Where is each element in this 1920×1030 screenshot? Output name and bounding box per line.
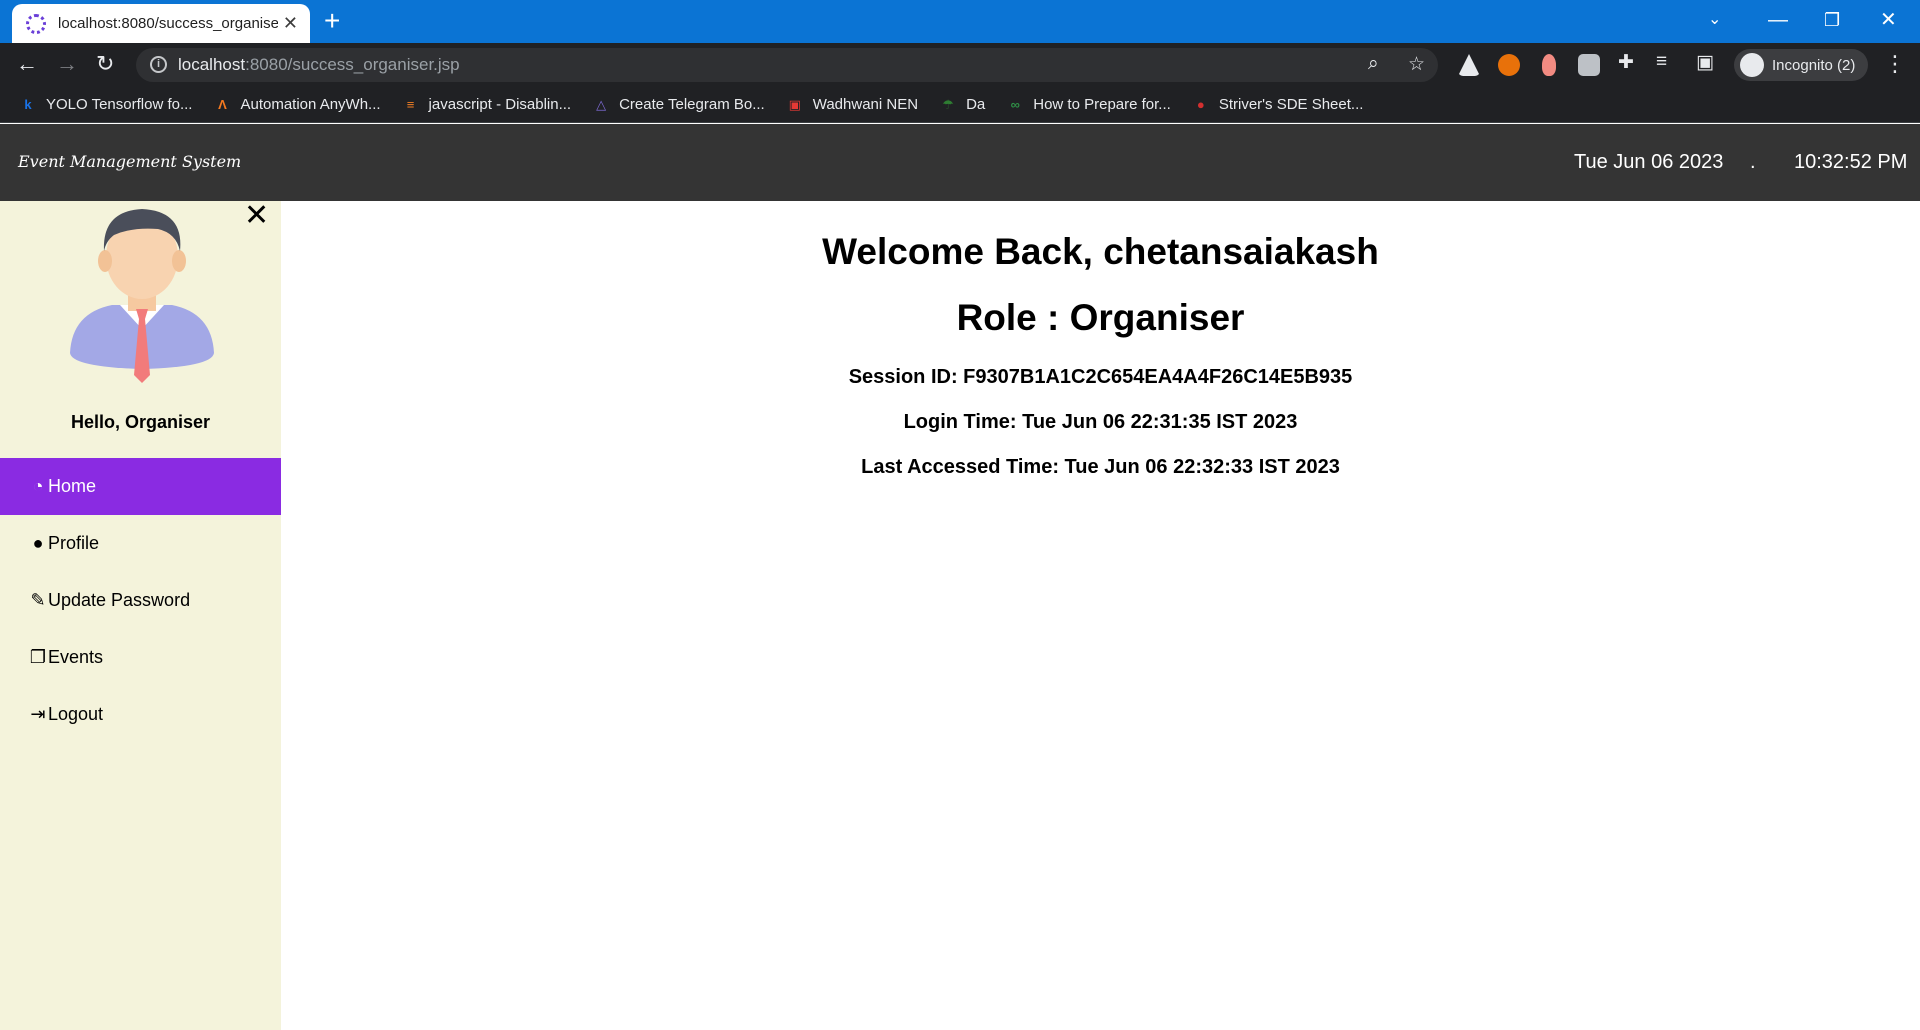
sidebar-item-label: Events (48, 647, 104, 667)
address-bar[interactable]: i localhost:8080/success_organiser.jsp ⌕… (136, 48, 1438, 82)
bookmark-label: Wadhwani NEN (812, 96, 919, 113)
incognito-icon (1740, 53, 1764, 77)
main-content: Welcome Back, chetansaiakash Role : Orga… (281, 201, 1920, 1030)
avatar (70, 209, 214, 383)
address-url[interactable]: localhost:8080/success_organiser.jsp (178, 55, 460, 75)
last-accessed-time: Last Accessed Time: Tue Jun 06 22:32:33 … (861, 456, 1340, 478)
stackoverflow-icon: ≡ (406, 96, 415, 112)
sidebar-greeting: Hello, Organiser (70, 412, 211, 432)
sidebar-item-logout[interactable]: ⇥ Logout (0, 686, 281, 743)
incognito-button[interactable]: Incognito (2) (1734, 49, 1868, 81)
tab-title: localhost:8080/success_organiser.jsp (58, 15, 278, 32)
sidebar: ✕ Hello, Organiser ◔ Home ● Profile ✎ Update … (0, 201, 281, 1030)
url-path: :8080/success_organiser.jsp (245, 55, 460, 74)
new-tab-button[interactable]: + (324, 6, 340, 36)
bookmark-item[interactable]: ▣ Wadhwani NEN (787, 96, 918, 113)
clone-icon: ❐ (29, 647, 47, 667)
site-info-icon[interactable]: i (150, 56, 167, 73)
bookmark-star-icon[interactable]: ☆ (1408, 53, 1425, 76)
sidebar-item-home[interactable]: ◔ Home (0, 458, 281, 515)
edit-icon: ✎ (30, 590, 46, 610)
bookmark-item[interactable]: Λ Automation AnyWh... (214, 96, 380, 113)
login-time: Login Time: Tue Jun 06 22:31:35 IST 2023 (903, 411, 1298, 433)
header-separator: . (1750, 151, 1756, 173)
sidebar-menu: ◔ Home ● Profile ✎ Update Password ❐ Events ⇥ Log… (0, 458, 281, 743)
sidebar-item-label: Logout (48, 704, 104, 724)
bookmark-label: Striver's SDE Sheet... (1218, 96, 1364, 113)
role-heading: Role : Organiser (956, 297, 1245, 338)
minimize-button[interactable]: — (1768, 5, 1788, 35)
gfg-icon: ∞ (1010, 96, 1020, 112)
sidebar-item-label: Profile (48, 533, 100, 553)
back-icon[interactable]: ← (16, 51, 38, 77)
bookmark-label: YOLO Tensorflow fo... (46, 96, 193, 113)
tuf-icon: ● (1196, 96, 1205, 112)
bookmarks-bar: k YOLO Tensorflow fo... Λ Automation AnyWh.… (0, 87, 1920, 123)
forward-icon[interactable]: → (56, 51, 78, 77)
sidebar-item-label: Update Password (48, 590, 191, 610)
app-header: Event Management System Tue Jun 06 2023 … (0, 124, 1920, 201)
puzzle-extensions-icon[interactable]: ✚ (1618, 51, 1634, 74)
side-panel-icon[interactable]: ▣ (1696, 51, 1714, 74)
brand-logo: Event Management System (18, 152, 242, 171)
browser-toolbar: ← → ↻ i localhost:8080/success_organiser… (0, 43, 1920, 87)
session-id: Session ID: F9307B1A1C2C654EA4A4F26C14E5… (848, 366, 1353, 388)
bookmark-label: Da (966, 96, 986, 113)
sidebar-item-update-password[interactable]: ✎ Update Password (0, 572, 281, 629)
bookmark-label: How to Prepare for... (1033, 96, 1171, 113)
extension-icon[interactable] (1578, 54, 1600, 76)
k-icon: k (24, 96, 32, 112)
automation-icon: Λ (218, 96, 227, 112)
umbrella-icon: ☂ (942, 96, 954, 112)
sidebar-item-profile[interactable]: ● Profile (0, 515, 281, 572)
incognito-label: Incognito (2) (1772, 56, 1856, 74)
bookmark-label: javascript - Disablin... (428, 96, 572, 113)
browser-tabstrip: localhost:8080/success_organiser.jsp ✕ +… (0, 0, 1920, 43)
bookmark-label: Automation AnyWh... (240, 96, 381, 113)
sidebar-item-events[interactable]: ❐ Events (0, 629, 281, 686)
bookmark-label: Create Telegram Bo... (619, 96, 765, 113)
close-window-button[interactable]: ✕ (1880, 5, 1897, 35)
header-date: Tue Jun 06 2023 (1574, 151, 1724, 173)
header-time: 10:32:52 PM (1794, 151, 1908, 173)
user-icon: ● (32, 533, 44, 553)
wadhwani-icon: ▣ (788, 96, 801, 112)
restore-button[interactable]: ❐ (1824, 5, 1840, 35)
extension-icon[interactable] (1542, 54, 1556, 76)
bookmark-item[interactable]: ∞ How to Prepare for... (1007, 96, 1171, 113)
sign-out-icon: ⇥ (30, 704, 46, 724)
reading-list-icon[interactable]: ≡ (1656, 51, 1667, 73)
dashboard-icon: ◔ (32, 476, 44, 496)
browser-menu-icon[interactable]: ⋮ (1884, 51, 1906, 77)
welcome-heading: Welcome Back, chetansaiakash (822, 231, 1379, 272)
close-sidebar-icon[interactable]: ✕ (244, 201, 269, 231)
zoom-icon[interactable]: ⌕ (1368, 53, 1379, 75)
telegram-bot-icon: △ (596, 96, 607, 112)
drive-extension-icon[interactable] (1458, 54, 1480, 76)
bookmark-item[interactable]: ☂ Da (940, 96, 985, 113)
sidebar-item-label: Home (48, 476, 97, 496)
reload-icon[interactable]: ↻ (96, 51, 114, 77)
bookmark-item[interactable]: ● Striver's SDE Sheet... (1193, 96, 1364, 113)
tab-close-icon[interactable]: ✕ (283, 14, 298, 32)
c-extension-icon[interactable] (1498, 54, 1520, 76)
bookmark-item[interactable]: k YOLO Tensorflow fo... (20, 96, 192, 113)
bookmark-item[interactable]: △ Create Telegram Bo... (593, 96, 765, 113)
url-host: localhost (178, 55, 246, 74)
browser-tab[interactable]: localhost:8080/success_organiser.jsp ✕ (12, 4, 310, 43)
bookmark-item[interactable]: ≡ javascript - Disablin... (403, 96, 572, 113)
tab-search-icon[interactable]: ⌄ (1708, 5, 1721, 35)
loading-favicon-icon (26, 13, 46, 34)
